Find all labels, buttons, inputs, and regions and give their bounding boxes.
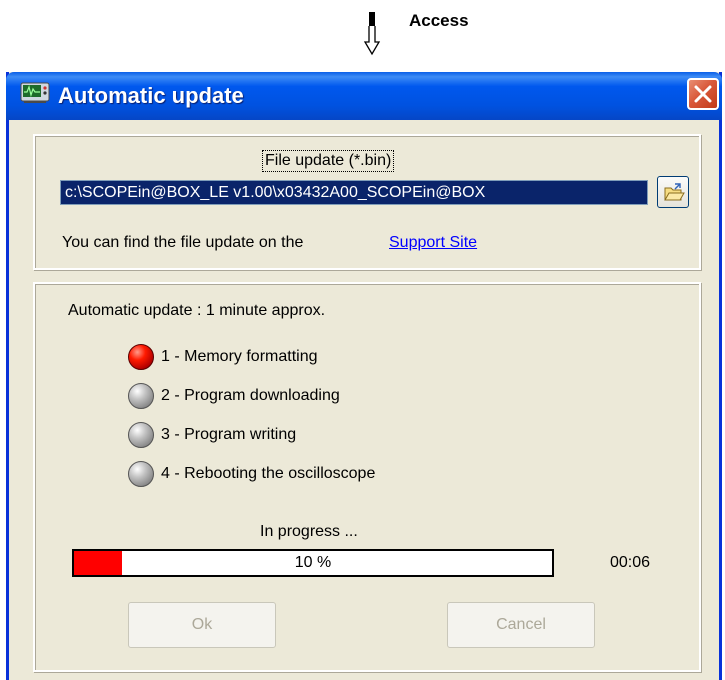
ok-button[interactable]: Ok [128,602,276,648]
step-label: 3 - Program writing [161,426,297,443]
folder-open-icon [664,183,685,201]
gray-led-icon [128,422,154,448]
support-info-text: You can find the file update on the [62,234,304,251]
step-label: 2 - Program downloading [161,387,340,404]
support-site-link[interactable]: Support Site [389,234,477,252]
browse-button[interactable] [657,176,689,208]
oscilloscope-icon [20,82,50,103]
red-led-icon [128,344,154,370]
gray-led-icon [128,461,154,487]
cancel-button[interactable]: Cancel [447,602,595,648]
progress-caption: In progress ... [260,523,358,540]
window-title: Automatic update [58,83,244,108]
file-path-field[interactable]: c:\SCOPEin@BOX_LE v1.00\x03432A00_SCOPEi… [60,180,648,205]
duration-text: Automatic update : 1 minute approx. [68,302,326,319]
step-label: 4 - Rebooting the oscilloscope [161,465,376,482]
progress-bar: 10 % [72,549,554,577]
step-label: 1 - Memory formatting [161,348,318,365]
arrow-down-icon [363,12,381,56]
progress-percent: 10 % [294,554,332,571]
close-icon [694,85,712,103]
close-button[interactable] [687,78,719,110]
gray-led-icon [128,383,154,409]
elapsed-time: 00:06 [610,554,651,571]
title-bar[interactable]: Automatic update [6,72,722,120]
file-update-label: File update (*.bin) [262,150,395,172]
annotation-label: Access [409,11,469,30]
